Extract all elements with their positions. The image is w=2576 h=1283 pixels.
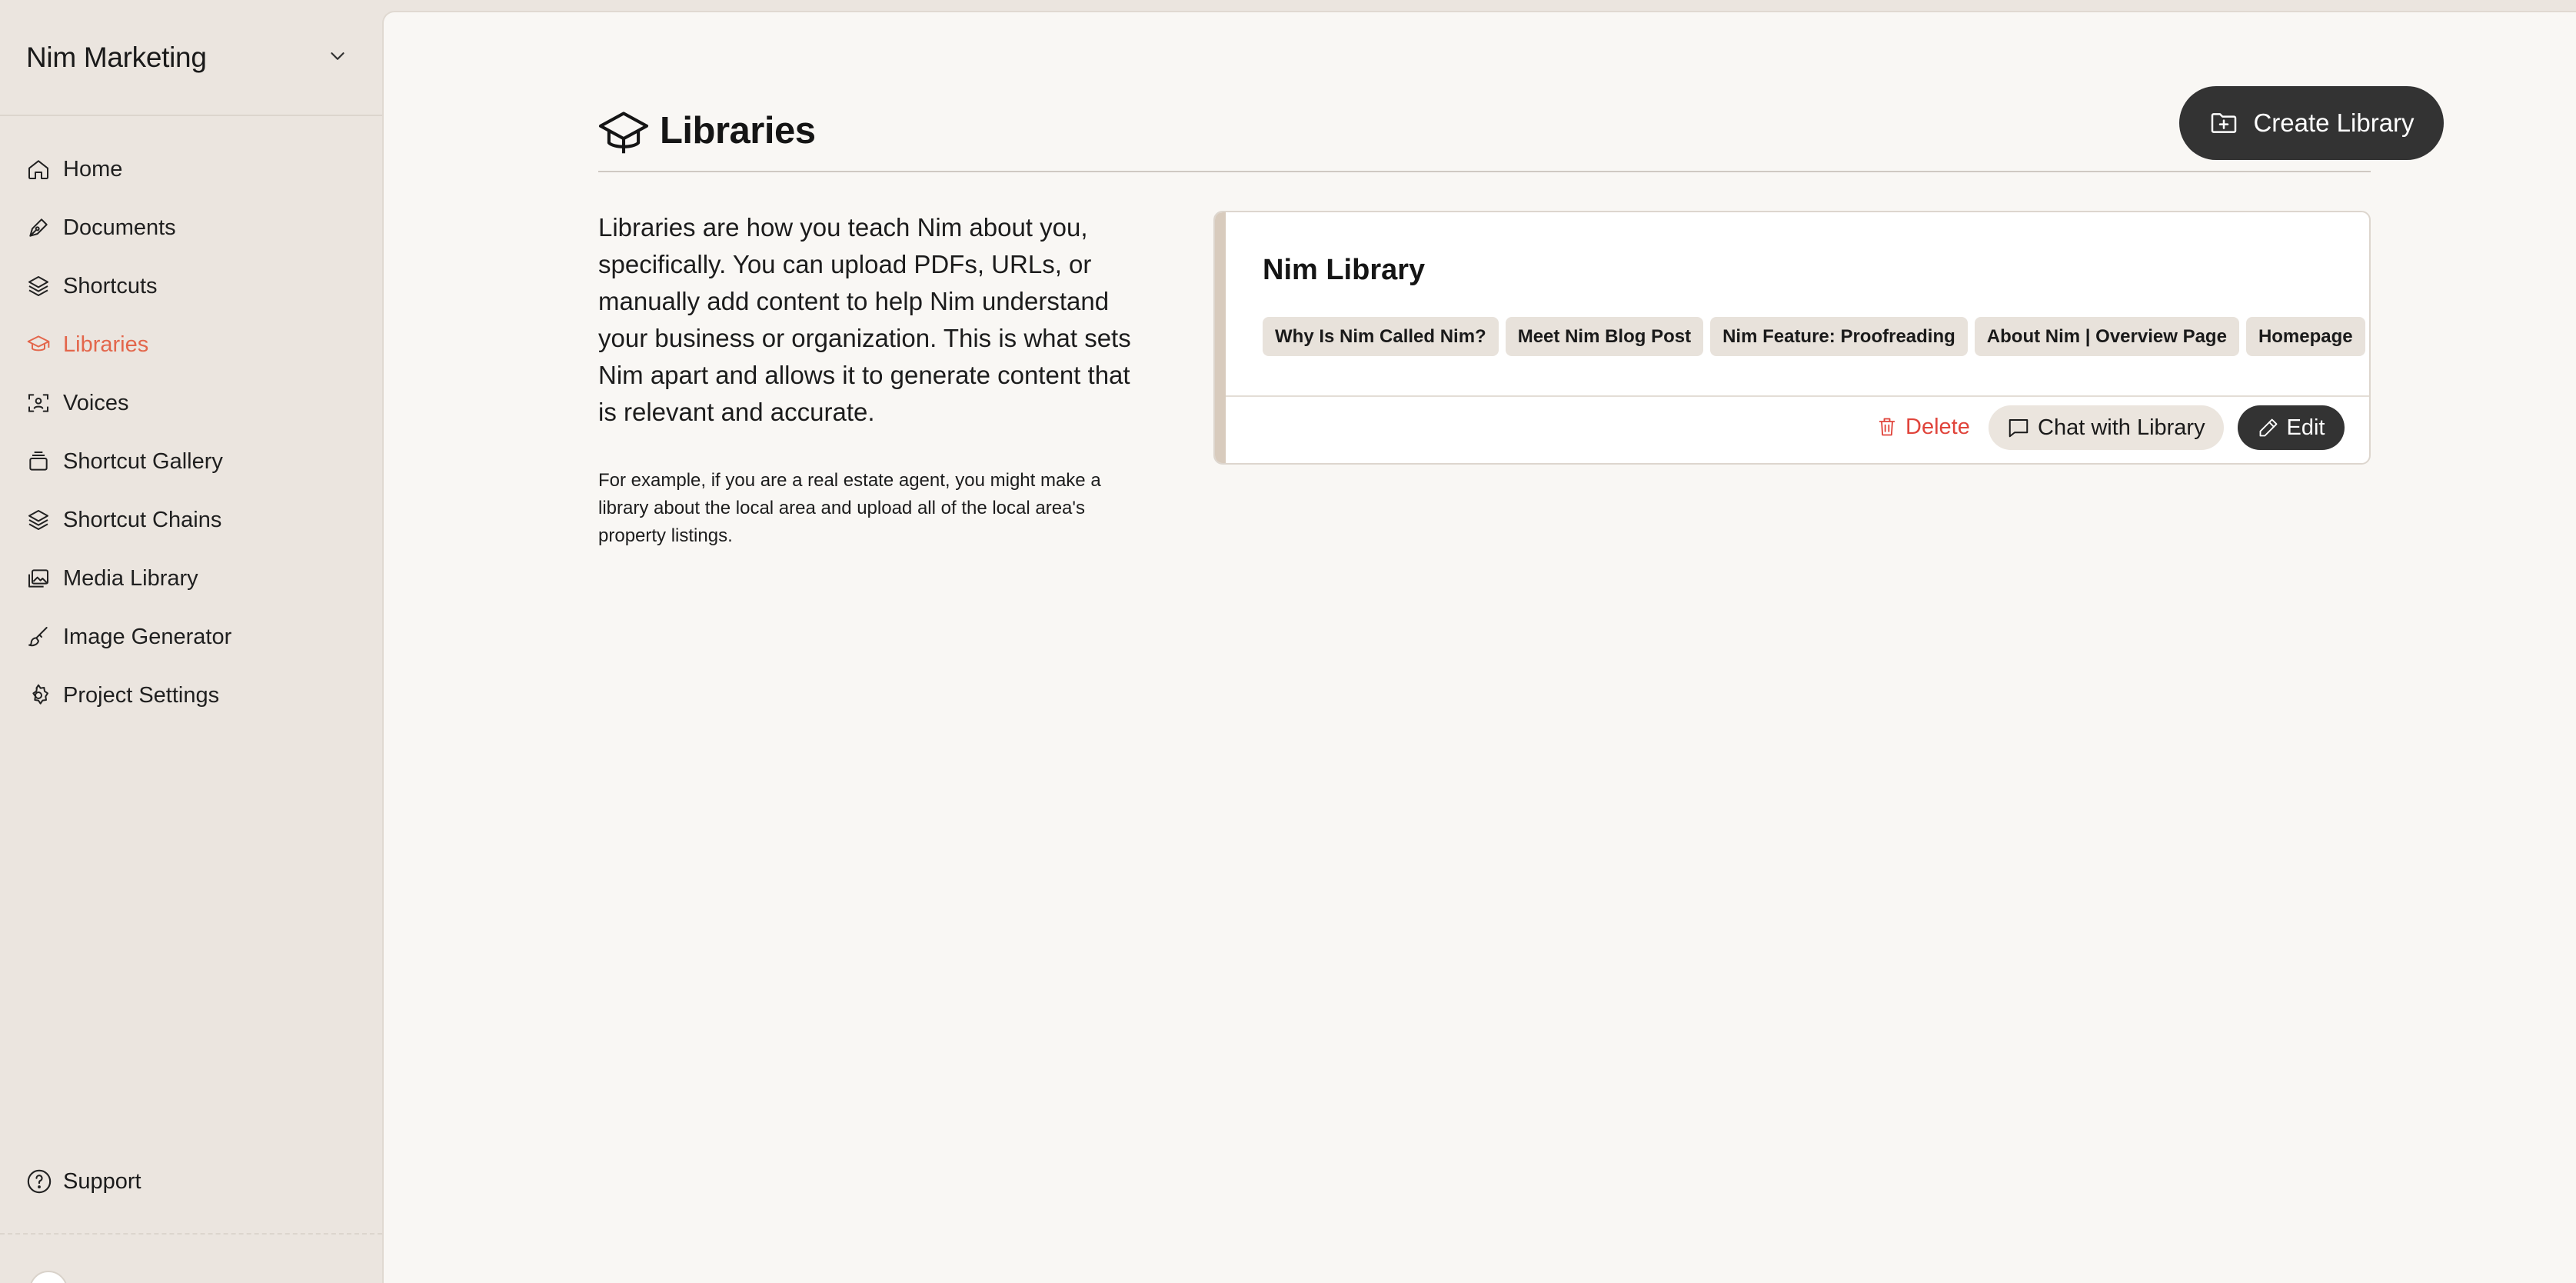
- graduation-cap-icon: [26, 332, 51, 357]
- source-chip[interactable]: Homepage: [2245, 317, 2365, 356]
- home-icon: [26, 157, 51, 182]
- folder-plus-icon: [2208, 108, 2239, 138]
- page-header: Libraries Create Library: [598, 86, 2444, 172]
- sidebar-item-media-library[interactable]: Media Library: [0, 549, 382, 608]
- delete-button[interactable]: Delete: [1867, 405, 1979, 448]
- sidebar-item-label: Voices: [63, 390, 129, 415]
- create-library-label: Create Library: [2253, 108, 2415, 137]
- layers-icon: [26, 508, 51, 532]
- sidebar-item-shortcut-chains[interactable]: Shortcut Chains: [0, 491, 382, 549]
- edit-label: Edit: [2286, 415, 2325, 440]
- gear-icon: [26, 683, 51, 708]
- org-name: Nim Marketing: [26, 41, 207, 73]
- source-chip[interactable]: About Nim | Overview Page: [1974, 317, 2239, 356]
- sidebar-divider: [0, 1233, 382, 1235]
- example-text: For example, if you are a real estate ag…: [598, 470, 1101, 546]
- images-icon: [26, 566, 51, 591]
- sidebar-item-voices[interactable]: Voices: [0, 374, 382, 432]
- edit-button[interactable]: Edit: [2238, 405, 2345, 450]
- sidebar-item-shortcuts[interactable]: Shortcuts: [0, 257, 382, 315]
- sidebar-item-image-generator[interactable]: Image Generator: [0, 608, 382, 666]
- sidebar-item-home[interactable]: Home: [0, 140, 382, 198]
- source-chip[interactable]: Meet Nim Blog Post: [1505, 317, 1704, 356]
- sidebar-item-libraries[interactable]: Libraries: [0, 315, 382, 374]
- sidebar-item-label: Home: [63, 156, 123, 182]
- sidebar-item-label: Shortcuts: [63, 273, 158, 298]
- sidebar-item-label: Documents: [63, 215, 176, 240]
- create-library-button[interactable]: Create Library: [2179, 86, 2444, 160]
- chat-with-library-button[interactable]: Chat with Library: [1989, 405, 2224, 450]
- pen-icon: [26, 215, 51, 240]
- sidebar-item-shortcut-gallery[interactable]: Shortcut Gallery: [0, 432, 382, 491]
- support-label: Support: [63, 1168, 141, 1194]
- gallery-stack-icon: [26, 449, 51, 474]
- card-accent-bar: [1215, 212, 1226, 463]
- source-chip[interactable]: Why Is Nim Called Nim?: [1263, 317, 1499, 356]
- avatar[interactable]: [29, 1271, 68, 1283]
- delete-label: Delete: [1905, 414, 1970, 439]
- main-panel: Libraries Create Library Libraries are h…: [382, 11, 2576, 1283]
- chat-bubble-icon: [2007, 416, 2030, 439]
- sidebar-nav: Home Documents Shortcuts Libraries Voice…: [0, 140, 382, 725]
- layers-icon: [26, 274, 51, 298]
- library-card: Nim Library Why Is Nim Called Nim? Meet …: [1213, 211, 2371, 465]
- chat-label: Chat with Library: [2038, 415, 2205, 440]
- sidebar-item-label: Shortcut Chains: [63, 507, 222, 532]
- sidebar: Nim Marketing Home Documents Shortcuts L…: [0, 0, 382, 1283]
- card-footer-divider: [1226, 395, 2369, 397]
- sidebar-item-label: Libraries: [63, 332, 149, 357]
- sidebar-item-label: Project Settings: [63, 682, 220, 708]
- sidebar-item-documents[interactable]: Documents: [0, 198, 382, 257]
- brush-icon: [26, 625, 51, 649]
- sidebar-item-label: Media Library: [63, 565, 198, 591]
- help-circle-icon: [26, 1168, 52, 1195]
- sidebar-item-label: Shortcut Gallery: [63, 448, 223, 474]
- sidebar-item-project-settings[interactable]: Project Settings: [0, 666, 382, 725]
- intro-text: Libraries are how you teach Nim about yo…: [598, 213, 1131, 426]
- chevron-down-icon: [331, 52, 344, 60]
- trash-icon: [1876, 416, 1898, 438]
- org-switcher[interactable]: Nim Marketing: [0, 0, 382, 116]
- library-sources: Why Is Nim Called Nim? Meet Nim Blog Pos…: [1263, 317, 2365, 356]
- graduation-cap-icon: [598, 112, 649, 154]
- library-name: Nim Library: [1263, 254, 1426, 286]
- sidebar-item-label: Image Generator: [63, 624, 232, 649]
- pencil-icon: [2258, 417, 2279, 438]
- source-chip[interactable]: Nim Feature: Proofreading: [1710, 317, 1968, 356]
- page-title: Libraries: [660, 110, 816, 152]
- support-link[interactable]: Support: [0, 1152, 382, 1211]
- voice-scan-icon: [26, 391, 51, 415]
